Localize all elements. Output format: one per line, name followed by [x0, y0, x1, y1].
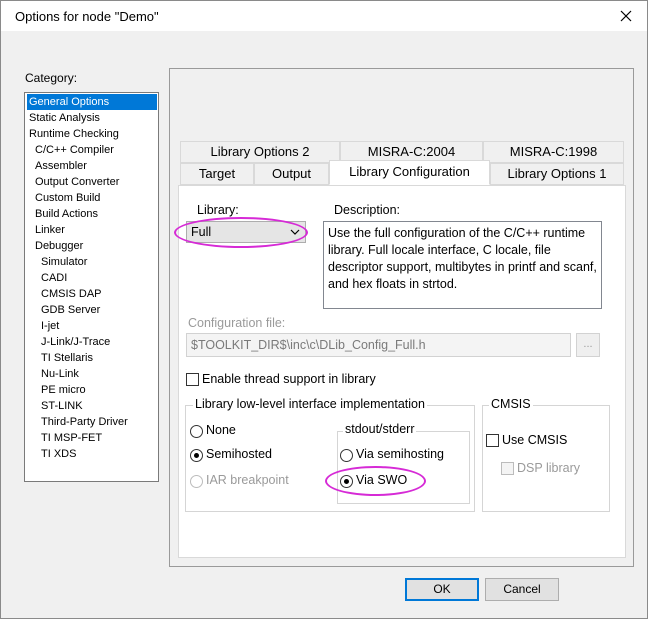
category-item-simulator[interactable]: Simulator: [39, 254, 89, 270]
description-label: Description:: [334, 203, 400, 217]
category-item-general-options[interactable]: General Options: [27, 94, 157, 110]
via-swo-highlight-ellipse: [325, 466, 426, 496]
category-item-debugger[interactable]: Debugger: [33, 238, 85, 254]
category-label: Category:: [25, 71, 78, 85]
category-item-assembler[interactable]: Assembler: [33, 158, 89, 174]
thread-support-checkbox[interactable]: [186, 373, 199, 386]
category-item-jlink-jtrace[interactable]: J-Link/J-Trace: [39, 334, 112, 350]
window-title: Options for node "Demo": [15, 9, 159, 24]
radio-via-semihosting-label: Via semihosting: [356, 447, 445, 461]
category-item-pe-micro[interactable]: PE micro: [39, 382, 88, 398]
radio-none[interactable]: [190, 425, 203, 438]
tab-library-configuration[interactable]: Library Configuration: [329, 160, 490, 185]
category-item-st-link[interactable]: ST-LINK: [39, 398, 85, 414]
cancel-button[interactable]: Cancel: [485, 578, 559, 601]
dsp-library-checkbox[interactable]: [501, 462, 514, 475]
radio-none-label: None: [206, 423, 236, 437]
category-item-linker[interactable]: Linker: [33, 222, 67, 238]
browse-button[interactable]: ...: [576, 333, 600, 357]
tab-library-options-2[interactable]: Library Options 2: [180, 141, 340, 163]
category-item-c-cpp-compiler[interactable]: C/C++ Compiler: [33, 142, 116, 158]
use-cmsis-label: Use CMSIS: [502, 433, 568, 447]
library-label: Library:: [197, 203, 239, 217]
cmsis-group: [482, 405, 610, 512]
category-item-nu-link[interactable]: Nu-Link: [39, 366, 81, 382]
close-icon: [620, 10, 632, 22]
radio-semihosted[interactable]: [190, 449, 203, 462]
category-list[interactable]: General Options Static Analysis Runtime …: [24, 92, 159, 482]
category-item-runtime-checking[interactable]: Runtime Checking: [27, 126, 121, 142]
category-item-cadi[interactable]: CADI: [39, 270, 69, 286]
stdout-stderr-legend: stdout/stderr: [343, 422, 417, 436]
ok-button[interactable]: OK: [405, 578, 479, 601]
use-cmsis-checkbox[interactable]: [486, 434, 499, 447]
dsp-library-label: DSP library: [517, 461, 580, 475]
tab-misra-c-1998[interactable]: MISRA-C:1998: [483, 141, 624, 163]
tab-library-options-1[interactable]: Library Options 1: [490, 163, 624, 185]
category-item-cmsis-dap[interactable]: CMSIS DAP: [39, 286, 104, 302]
description-text: Use the full configuration of the C/C++ …: [323, 221, 602, 309]
category-item-ti-msp-fet[interactable]: TI MSP-FET: [39, 430, 104, 446]
radio-via-semihosting[interactable]: [340, 449, 353, 462]
category-item-gdb-server[interactable]: GDB Server: [39, 302, 102, 318]
radio-iar-breakpoint-label: IAR breakpoint: [206, 473, 289, 487]
category-item-ti-xds[interactable]: TI XDS: [39, 446, 78, 462]
low-level-interface-legend: Library low-level interface implementati…: [193, 397, 427, 411]
radio-iar-breakpoint[interactable]: [190, 475, 203, 488]
thread-support-label: Enable thread support in library: [202, 372, 376, 386]
library-highlight-ellipse: [174, 217, 308, 248]
config-file-field[interactable]: $TOOLKIT_DIR$\inc\c\DLib_Config_Full.h: [186, 333, 571, 357]
tab-output[interactable]: Output: [254, 163, 329, 185]
category-item-i-jet[interactable]: I-jet: [39, 318, 61, 334]
radio-semihosted-label: Semihosted: [206, 447, 273, 461]
category-item-custom-build[interactable]: Custom Build: [33, 190, 102, 206]
category-item-build-actions[interactable]: Build Actions: [33, 206, 100, 222]
title-bar: Options for node "Demo": [1, 1, 647, 31]
tab-target[interactable]: Target: [180, 163, 254, 185]
category-item-ti-stellaris[interactable]: TI Stellaris: [39, 350, 95, 366]
cmsis-legend: CMSIS: [489, 397, 533, 411]
options-dialog: Options for node "Demo" Category: Genera…: [0, 0, 648, 619]
category-item-static-analysis[interactable]: Static Analysis: [27, 110, 102, 126]
category-item-third-party-driver[interactable]: Third-Party Driver: [39, 414, 130, 430]
category-item-output-converter[interactable]: Output Converter: [33, 174, 121, 190]
close-button[interactable]: [611, 4, 641, 28]
config-file-label: Configuration file:: [188, 316, 286, 330]
